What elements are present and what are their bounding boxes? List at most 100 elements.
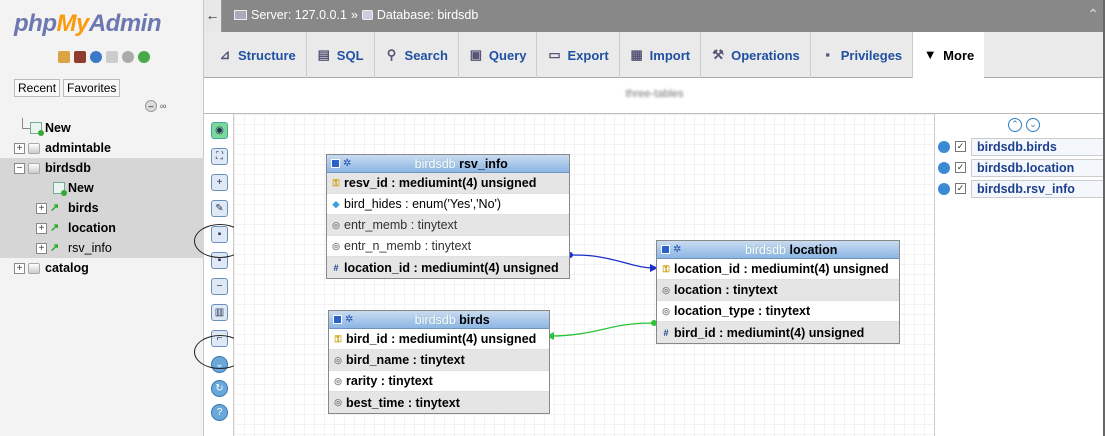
tab-more[interactable]: ▼ More xyxy=(913,32,985,78)
tree-item-new[interactable]: New xyxy=(0,118,204,138)
tab-sql[interactable]: ▤ SQL xyxy=(307,32,375,78)
table-header[interactable]: ✲ birdsdb birds xyxy=(329,311,549,329)
tab-export[interactable]: ▭ Export xyxy=(537,32,620,78)
tab-query[interactable]: ▣ Query xyxy=(459,32,538,78)
collapse-all-icon[interactable]: ⌄ xyxy=(1026,118,1040,132)
tree-item-birds[interactable]: + ↗ birds xyxy=(0,198,204,218)
designer-table-rsv-info[interactable]: ✲ birdsdb rsv_info ⚿ resv_id : mediumint(… xyxy=(326,154,570,279)
expand-icon[interactable]: + xyxy=(36,242,47,254)
list-item[interactable]: ✓ birdsdb.rsv_info xyxy=(938,178,1104,199)
designer-table-location[interactable]: ✲ birdsdb location ⚿ location_id : medium… xyxy=(656,240,900,344)
select-table-checkbox[interactable] xyxy=(333,315,342,324)
help-icon[interactable] xyxy=(90,51,102,63)
expand-all-icon[interactable]: ⌃ xyxy=(1008,118,1022,132)
visibility-checkbox[interactable]: ✓ xyxy=(955,183,966,194)
table-column[interactable]: ◎ entr_n_memb : tinytext xyxy=(327,236,569,257)
expand-icon[interactable]: + xyxy=(36,202,47,214)
reload-icon[interactable] xyxy=(138,51,150,63)
column-label: best_time : tinytext xyxy=(346,395,460,410)
gear-icon[interactable] xyxy=(938,182,950,195)
gear-icon[interactable]: ✲ xyxy=(345,314,353,325)
table-column[interactable]: ⚿ bird_id : mediumint(4) unsigned xyxy=(329,329,549,350)
expand-icon[interactable]: + xyxy=(36,222,47,234)
tab-search[interactable]: ⚲ Search xyxy=(375,32,459,78)
table-column[interactable]: ◎ location_type : tinytext xyxy=(657,301,899,322)
gear-icon[interactable]: ✲ xyxy=(343,158,351,169)
show-hide-left-menu-icon[interactable]: ◉ xyxy=(211,122,228,139)
table-column[interactable]: # location_id : mediumint(4) unsigned xyxy=(327,257,569,278)
table-column[interactable]: ◎ bird_name : tinytext xyxy=(329,350,549,371)
database-tree: New + admintable − birdsdb New + ↗ birds xyxy=(0,118,204,278)
breadcrumb-server[interactable]: Server: 127.0.0.1 xyxy=(251,8,347,22)
tree-item-rsv-info[interactable]: + ↗ rsv_info xyxy=(0,238,204,258)
panel-controls: ⌃ ⌄ xyxy=(1008,118,1040,132)
gear-icon[interactable] xyxy=(938,140,950,153)
gear-icon[interactable] xyxy=(122,51,134,63)
delete-page-icon[interactable]: − xyxy=(211,278,228,295)
table-column[interactable]: ◎ rarity : tinytext xyxy=(329,371,549,392)
create-table-icon[interactable]: ▥ xyxy=(211,304,228,321)
table-db-name: birdsdb xyxy=(414,156,456,171)
table-header[interactable]: ✲ birdsdb location xyxy=(657,241,899,259)
table-name-link[interactable]: birdsdb.birds xyxy=(971,137,1104,156)
database-icon xyxy=(28,142,40,154)
home-icon[interactable] xyxy=(58,51,70,63)
tab-operations[interactable]: ⚒ Operations xyxy=(701,32,811,78)
tab-import[interactable]: ▦ Import xyxy=(620,32,702,78)
tree-item-catalog[interactable]: + catalog xyxy=(0,258,204,278)
docs-icon[interactable] xyxy=(106,51,118,63)
help-icon[interactable]: ? xyxy=(211,404,228,421)
tree-item-location[interactable]: + ↗ location xyxy=(0,218,204,238)
tree-item-admintable[interactable]: + admintable xyxy=(0,138,204,158)
visibility-checkbox[interactable]: ✓ xyxy=(955,141,966,152)
privileges-icon: ▪ xyxy=(825,47,831,62)
select-table-checkbox[interactable] xyxy=(331,159,340,168)
breadcrumb-database[interactable]: Database: birdsdb xyxy=(377,8,478,22)
quick-icons xyxy=(58,51,150,63)
link-icon[interactable]: ∞ xyxy=(160,101,166,111)
collapse-top-icon[interactable]: ⌃ xyxy=(1087,6,1099,23)
expand-icon[interactable]: + xyxy=(14,262,25,274)
table-column[interactable]: ◎ location : tinytext xyxy=(657,280,899,301)
tab-label: Import xyxy=(649,47,691,63)
tree-item-birdsdb[interactable]: − birdsdb xyxy=(0,158,204,178)
recent-tab[interactable]: Recent xyxy=(14,79,61,97)
list-item[interactable]: ✓ birdsdb.birds xyxy=(938,136,1104,157)
tree-item-label: New xyxy=(68,181,94,195)
open-page-icon[interactable]: ✎ xyxy=(211,200,228,217)
database-icon xyxy=(361,10,373,20)
expand-icon[interactable]: + xyxy=(14,142,25,154)
gear-icon[interactable]: ✲ xyxy=(673,244,681,255)
primary-key-icon: ⚿ xyxy=(332,177,340,188)
table-column[interactable]: ⚿ resv_id : mediumint(4) unsigned xyxy=(327,173,569,194)
column-icon: ◎ xyxy=(334,375,342,386)
table-column[interactable]: ◎ entr_memb : tinytext xyxy=(327,215,569,236)
tab-structure[interactable]: ⊿ Structure xyxy=(204,32,307,78)
tab-label: Structure xyxy=(238,47,296,63)
new-page-icon[interactable]: + xyxy=(211,174,228,191)
table-column[interactable]: ⚿ location_id : mediumint(4) unsigned xyxy=(657,259,899,280)
table-header[interactable]: ✲ birdsdb rsv_info xyxy=(327,155,569,173)
collapse-icon[interactable]: − xyxy=(14,162,25,174)
fullscreen-icon[interactable]: ⛶ xyxy=(211,148,228,165)
table-name-link[interactable]: birdsdb.location xyxy=(971,158,1104,177)
table-column[interactable]: # bird_id : mediumint(4) unsigned xyxy=(657,322,899,343)
table-column[interactable]: ◎ best_time : tinytext xyxy=(329,392,549,413)
logout-icon[interactable] xyxy=(74,51,86,63)
table-column[interactable]: ◆ bird_hides : enum('Yes','No') xyxy=(327,194,569,215)
tree-item-new-table[interactable]: New xyxy=(0,178,204,198)
favorites-tab[interactable]: Favorites xyxy=(63,79,121,97)
phpmyadmin-logo[interactable]: phpMyAdmin xyxy=(14,10,162,38)
reload-icon[interactable]: ↻ xyxy=(211,380,228,397)
visibility-checkbox[interactable]: ✓ xyxy=(955,162,966,173)
navigation-panel: phpMyAdmin Recent Favorites – ∞ New + ad… xyxy=(0,0,204,436)
tab-privileges[interactable]: ▪ Privileges xyxy=(811,32,914,78)
select-table-checkbox[interactable] xyxy=(661,245,670,254)
designer-table-birds[interactable]: ✲ birdsdb birds ⚿ bird_id : mediumint(4) … xyxy=(328,310,550,414)
designer-canvas[interactable]: ✲ birdsdb rsv_info ⚿ resv_id : mediumint(… xyxy=(234,114,934,436)
table-name-link[interactable]: birdsdb.rsv_info xyxy=(971,179,1104,198)
collapse-all-icon[interactable]: – xyxy=(145,100,157,112)
collapse-nav-icon[interactable]: ← xyxy=(204,0,222,32)
gear-icon[interactable] xyxy=(938,161,950,174)
list-item[interactable]: ✓ birdsdb.location xyxy=(938,157,1104,178)
